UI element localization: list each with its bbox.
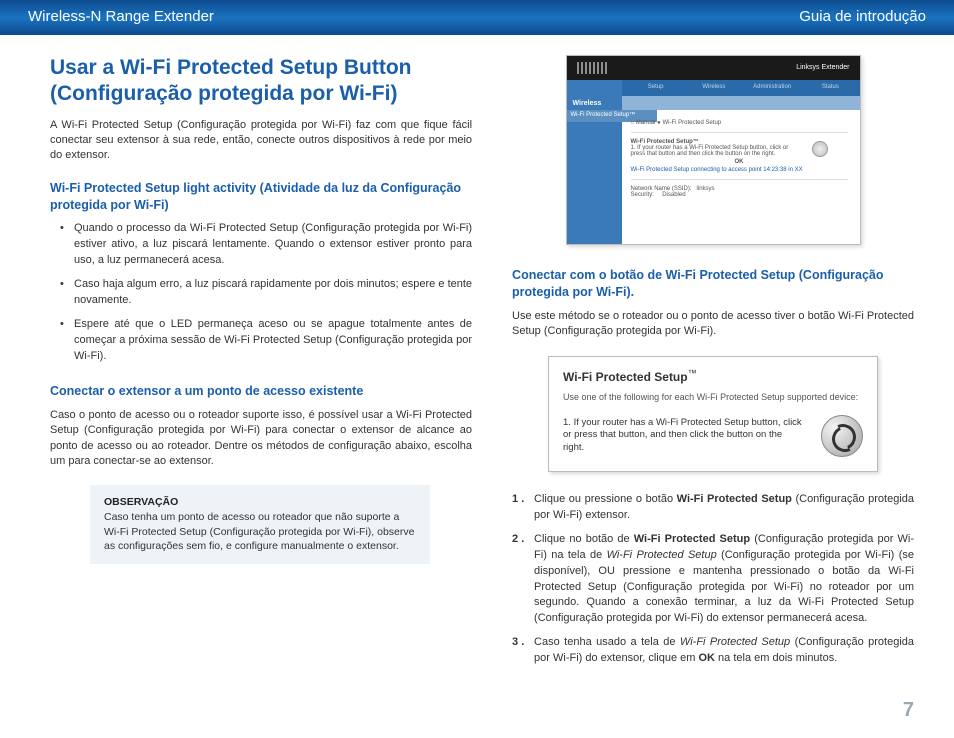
step-text: na tela em dois minutos. [715, 652, 837, 664]
note-label: OBSERVAÇÃO [104, 495, 416, 510]
ss-ok: OK [631, 159, 848, 165]
page-header: Wireless-N Range Extender Guia de introd… [0, 0, 954, 35]
left-column: Usar a Wi-Fi Protected Setup Button (Con… [50, 55, 472, 665]
manual-page: Wireless-N Range Extender Guia de introd… [0, 0, 954, 738]
section1-heading: Wi-Fi Protected Setup light activity (At… [50, 180, 472, 214]
step-text: Caso tenha usado a tela de [534, 636, 680, 648]
note-body: Caso tenha um ponto de acesso ou roteado… [104, 510, 416, 554]
steps-list: Clique ou pressione o botão Wi-Fi Protec… [512, 492, 914, 667]
right-intro: Use este método se o roteador ou o ponto… [512, 309, 914, 340]
wps-box-row: 1. If your router has a Wi-Fi Protected … [563, 415, 863, 457]
ss-radio-line: ○ Manual ● Wi-Fi Protected Setup [631, 120, 848, 126]
step-item: Clique no botão de Wi-Fi Protected Setup… [534, 532, 914, 628]
main-heading: Usar a Wi-Fi Protected Setup Button (Con… [50, 55, 472, 108]
step-item: Caso tenha usado a tela de Wi-Fi Protect… [534, 635, 914, 667]
wps-arrows-icon [830, 424, 854, 448]
step-italic: Wi-Fi Protected Setup [607, 549, 717, 561]
ss-tab: Wireless [685, 80, 743, 96]
header-left: Wireless-N Range Extender [28, 8, 214, 25]
wps-box-title: Wi-Fi Protected Setup™ [563, 367, 863, 385]
ss-firmware-label: Linksys Extender [796, 64, 849, 71]
bullet-list: Quando o processo da Wi-Fi Protected Set… [50, 221, 472, 365]
section2-heading: Conectar o extensor a um ponto de acesso… [50, 383, 472, 400]
wps-button-icon [821, 415, 863, 457]
step-text: Clique no botão de [534, 533, 634, 545]
right-heading: Conectar com o botão de Wi-Fi Protected … [512, 267, 914, 301]
wps-icon [812, 141, 828, 157]
ss-sec-label: Security: [631, 192, 654, 198]
ss-top-bar: Linksys Extender [567, 56, 860, 80]
step-bold: Wi-Fi Protected Setup [634, 533, 750, 545]
ss-wps-text: 1. If your router has a Wi-Fi Protected … [631, 145, 791, 157]
wps-title-b: Protected Setup [596, 370, 688, 384]
wps-box-sub: Use one of the following for each Wi-Fi … [563, 391, 863, 403]
ss-tab: Administration [743, 80, 801, 96]
ss-body: ○ Manual ● Wi-Fi Protected Setup Wi-Fi P… [625, 114, 854, 238]
intro-paragraph: A Wi-Fi Protected Setup (Configuração pr… [50, 118, 472, 164]
wps-callout-box: Wi-Fi Protected Setup™ Use one of the fo… [548, 356, 878, 472]
right-column: Linksys Extender Wireless Setup Wireless… [512, 55, 914, 665]
ss-sidebar: Wireless [567, 80, 622, 244]
router-ui-screenshot: Linksys Extender Wireless Setup Wireless… [566, 55, 861, 245]
page-number: 7 [903, 699, 914, 722]
ss-status: Wi-Fi Protected Setup connecting to acce… [631, 167, 848, 173]
ss-sec-val: Disabled [662, 192, 685, 198]
bullet-item: Espere até que o LED permaneça aceso ou … [74, 317, 472, 365]
step-italic: Wi-Fi Protected Setup [680, 636, 790, 648]
ss-sub-bar [622, 96, 860, 110]
ss-wireless-label: Wireless [567, 80, 622, 107]
header-right: Guia de introdução [799, 8, 926, 25]
wps-title-a: Wi-Fi [563, 370, 596, 384]
step-item: Clique ou pressione o botão Wi-Fi Protec… [534, 492, 914, 524]
wps-tm: ™ [688, 368, 697, 378]
note-box: OBSERVAÇÃO Caso tenha um ponto de acesso… [90, 485, 430, 564]
content-area: Usar a Wi-Fi Protected Setup Button (Con… [0, 35, 954, 675]
ss-security-row: Security: Disabled [631, 192, 848, 198]
step-bold: OK [699, 652, 716, 664]
ss-tab: Status [801, 80, 859, 96]
step-text: Clique ou pressione o botão [534, 493, 677, 505]
section2-body: Caso o ponto de acesso ou o roteador sup… [50, 408, 472, 470]
ss-tab: Setup [627, 80, 685, 96]
bullet-item: Caso haja algum erro, a luz piscará rapi… [74, 277, 472, 309]
wps-box-text: 1. If your router has a Wi-Fi Protected … [563, 417, 805, 455]
ss-net-val: linksys [697, 186, 715, 192]
step-bold: Wi-Fi Protected Setup [677, 493, 792, 505]
bullet-item: Quando o processo da Wi-Fi Protected Set… [74, 221, 472, 269]
